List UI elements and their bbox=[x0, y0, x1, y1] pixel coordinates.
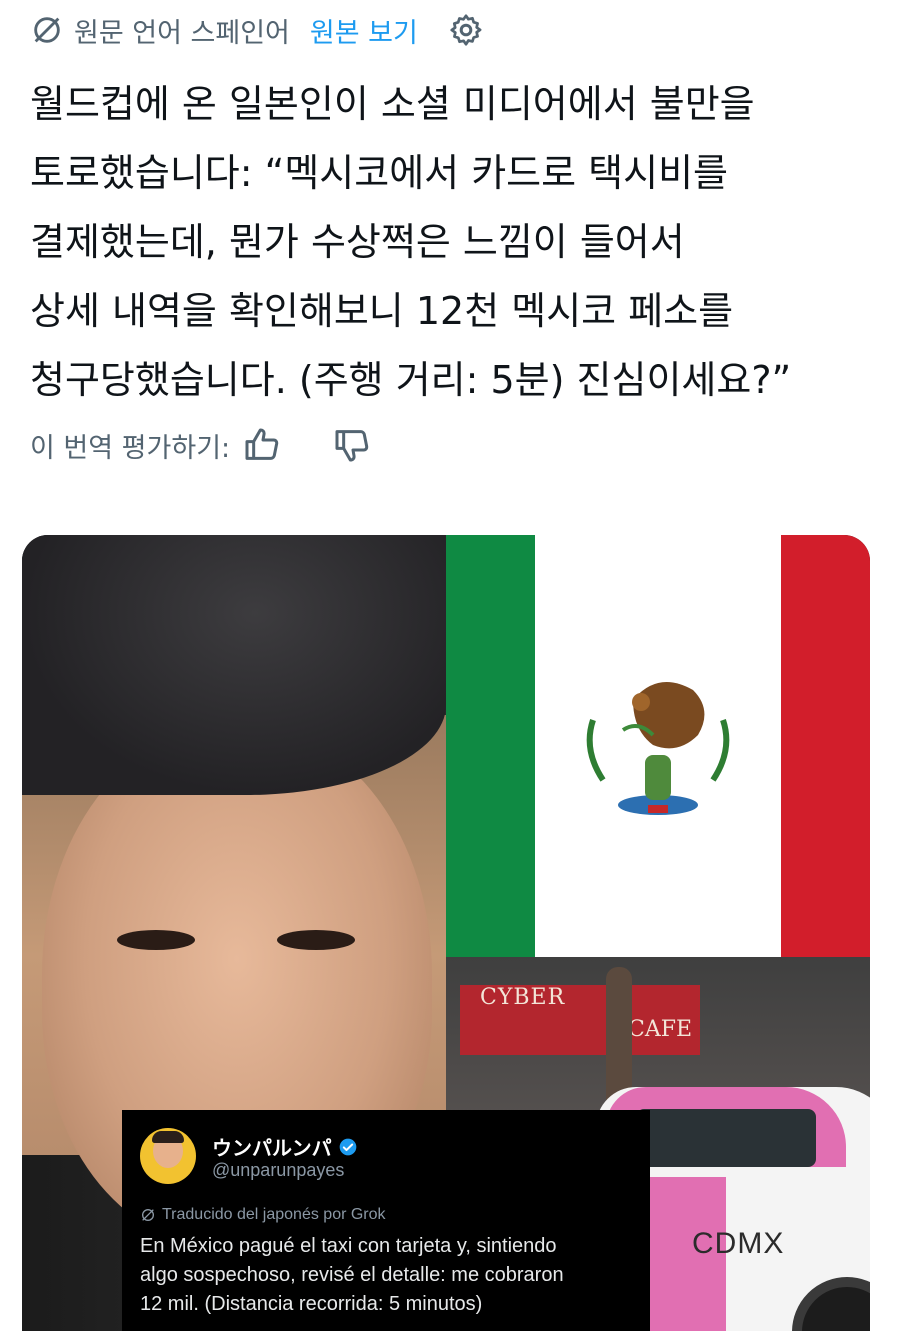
portrait-eye-left bbox=[117, 930, 195, 950]
translation-bar: 원문 언어 스페인어 원본 보기 bbox=[30, 8, 484, 52]
thumbs-down-icon[interactable] bbox=[332, 425, 372, 465]
tweet-text-line: 청구당했습니다. (주행 거리: 5분) 진심이세요?” bbox=[30, 358, 792, 402]
cafe-sign: CAFE bbox=[628, 1017, 693, 1042]
rate-translation: 이 번역 평가하기: bbox=[30, 420, 372, 470]
flag-white-band bbox=[535, 535, 781, 957]
embedded-post-text: En México pagué el taxi con tarjeta y, s… bbox=[140, 1232, 640, 1319]
tweet-text-line: 토로했습니다: “멕시코에서 카드로 택시비를 bbox=[30, 151, 729, 195]
taxi-cdmx-label: CDMX bbox=[692, 1227, 785, 1260]
rate-translation-label: 이 번역 평가하기: bbox=[30, 432, 231, 464]
cyber-sign: CYBER bbox=[480, 985, 566, 1010]
embedded-author: ウンパルンパ bbox=[212, 1132, 358, 1161]
embedded-handle: @unparunpayes bbox=[212, 1160, 345, 1180]
embedded-post-line: algo sospechoso, revisé el detalle: me c… bbox=[140, 1264, 564, 1286]
show-original-link[interactable]: 원본 보기 bbox=[310, 11, 418, 50]
embedded-post-line: En México pagué el taxi con tarjeta y, s… bbox=[140, 1235, 557, 1257]
translate-globe-icon bbox=[142, 1209, 154, 1221]
portrait-eye-right bbox=[277, 930, 355, 950]
tweet-text: 월드컵에 온 일본인이 소셜 미디어에서 불만을 토로했습니다: “멕시코에서 … bbox=[30, 70, 870, 415]
tweet-text-line: 상세 내역을 확인해보니 12천 멕시코 페소를 bbox=[30, 289, 734, 333]
translate-globe-icon bbox=[34, 17, 60, 43]
tweet-media[interactable]: CYBER CAFE CDMX ウンパルンパ @unparunpayes Tra… bbox=[22, 535, 870, 1331]
avatar bbox=[140, 1128, 196, 1184]
embedded-post-line: 12 mil. (Distancia recorrida: 5 minutos) bbox=[140, 1293, 483, 1315]
embedded-display-name: ウンパルンパ bbox=[212, 1138, 332, 1160]
portrait-cap bbox=[22, 535, 446, 795]
flag-red-band bbox=[781, 535, 870, 957]
embedded-post-screenshot: ウンパルンパ @unparunpayes Traducido del japon… bbox=[122, 1110, 650, 1331]
tweet-text-line: 결제했는데, 뭔가 수상쩍은 느낌이 들어서 bbox=[30, 220, 685, 264]
tweet-text-line: 월드컵에 온 일본인이 소셜 미디어에서 불만을 bbox=[30, 82, 755, 126]
thumbs-up-icon[interactable] bbox=[242, 425, 282, 465]
avatar-hair bbox=[152, 1131, 184, 1143]
coat-of-arms-icon bbox=[586, 682, 730, 815]
verified-badge-icon bbox=[339, 1138, 356, 1155]
taxi-window bbox=[636, 1109, 816, 1167]
mexico-flag-image bbox=[446, 535, 870, 957]
taxi-wheel bbox=[792, 1277, 870, 1331]
translated-by-grok-note: Traducido del japonés por Grok bbox=[140, 1206, 386, 1224]
flag-green-band bbox=[446, 535, 535, 957]
translated-by-grok-label: Traducido del japonés por Grok bbox=[162, 1206, 386, 1223]
gear-icon[interactable] bbox=[448, 12, 484, 48]
original-language-label: 원문 언어 스페인어 bbox=[74, 17, 290, 49]
